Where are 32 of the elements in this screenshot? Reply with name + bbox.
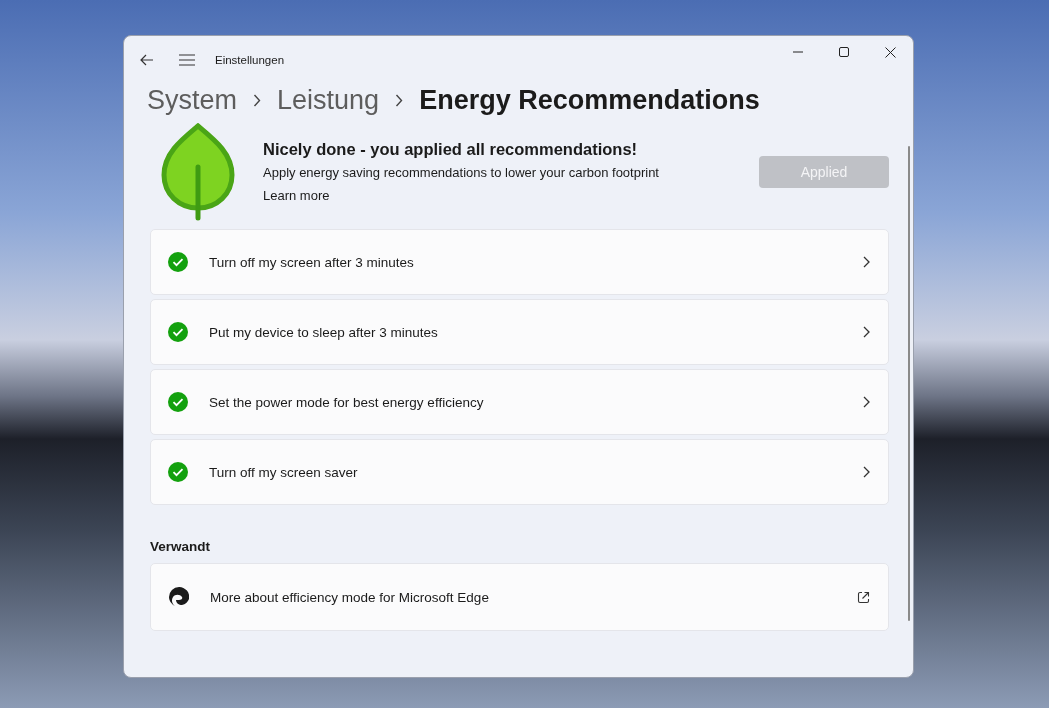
chevron-right-icon: [862, 466, 870, 478]
related-link-label: More about efficiency mode for Microsoft Edge: [210, 589, 490, 605]
back-arrow-icon[interactable]: [140, 54, 154, 66]
chevron-right-icon: [862, 396, 870, 408]
chevron-right-icon: [395, 93, 404, 107]
recommendation-row[interactable]: Set the power mode for best energy efficiency: [150, 369, 889, 435]
menu-icon[interactable]: [179, 54, 195, 66]
chevron-right-icon: [862, 326, 870, 338]
window-title: Einstellungen: [215, 54, 285, 66]
leaf-icon: [160, 123, 236, 221]
recommendation-label: Turn off my screen after 3 minutes: [209, 254, 415, 270]
learn-more-link[interactable]: Learn more: [263, 188, 330, 203]
close-icon[interactable]: [884, 46, 896, 58]
banner-description: Apply energy saving recommendations to lower your carbon footprint: [263, 165, 660, 180]
browser-logo-icon: [169, 587, 189, 607]
chevron-right-icon: [253, 93, 262, 107]
recommendation-label: Turn off my screen saver: [209, 464, 359, 480]
section-heading: Verwandt: [149, 538, 212, 556]
recommendation-label: Set the power mode for best energy efficiency: [209, 394, 485, 410]
chevron-right-icon: [862, 256, 870, 268]
maximize-icon[interactable]: [839, 47, 849, 57]
banner-heading: Nicely done - you applied all recommendations!: [263, 140, 639, 159]
recommendation-label: Put my device to sleep after 3 minutes: [209, 324, 439, 340]
external-link-icon: [857, 590, 870, 604]
recommendation-row[interactable]: Put my device to sleep after 3 minutes: [150, 299, 889, 365]
recommendation-row[interactable]: Turn off my screen saver: [150, 439, 889, 505]
breadcrumb-link[interactable]: Leistung: [277, 84, 380, 116]
breadcrumb-link[interactable]: System: [147, 84, 238, 116]
recommendation-row[interactable]: Turn off my screen after 3 minutes: [150, 229, 889, 295]
related-link-row[interactable]: More about efficiency mode for Microsoft Edge: [150, 563, 889, 631]
page-title: Energy Recommendations: [419, 84, 760, 116]
scrollbar[interactable]: [908, 146, 910, 621]
